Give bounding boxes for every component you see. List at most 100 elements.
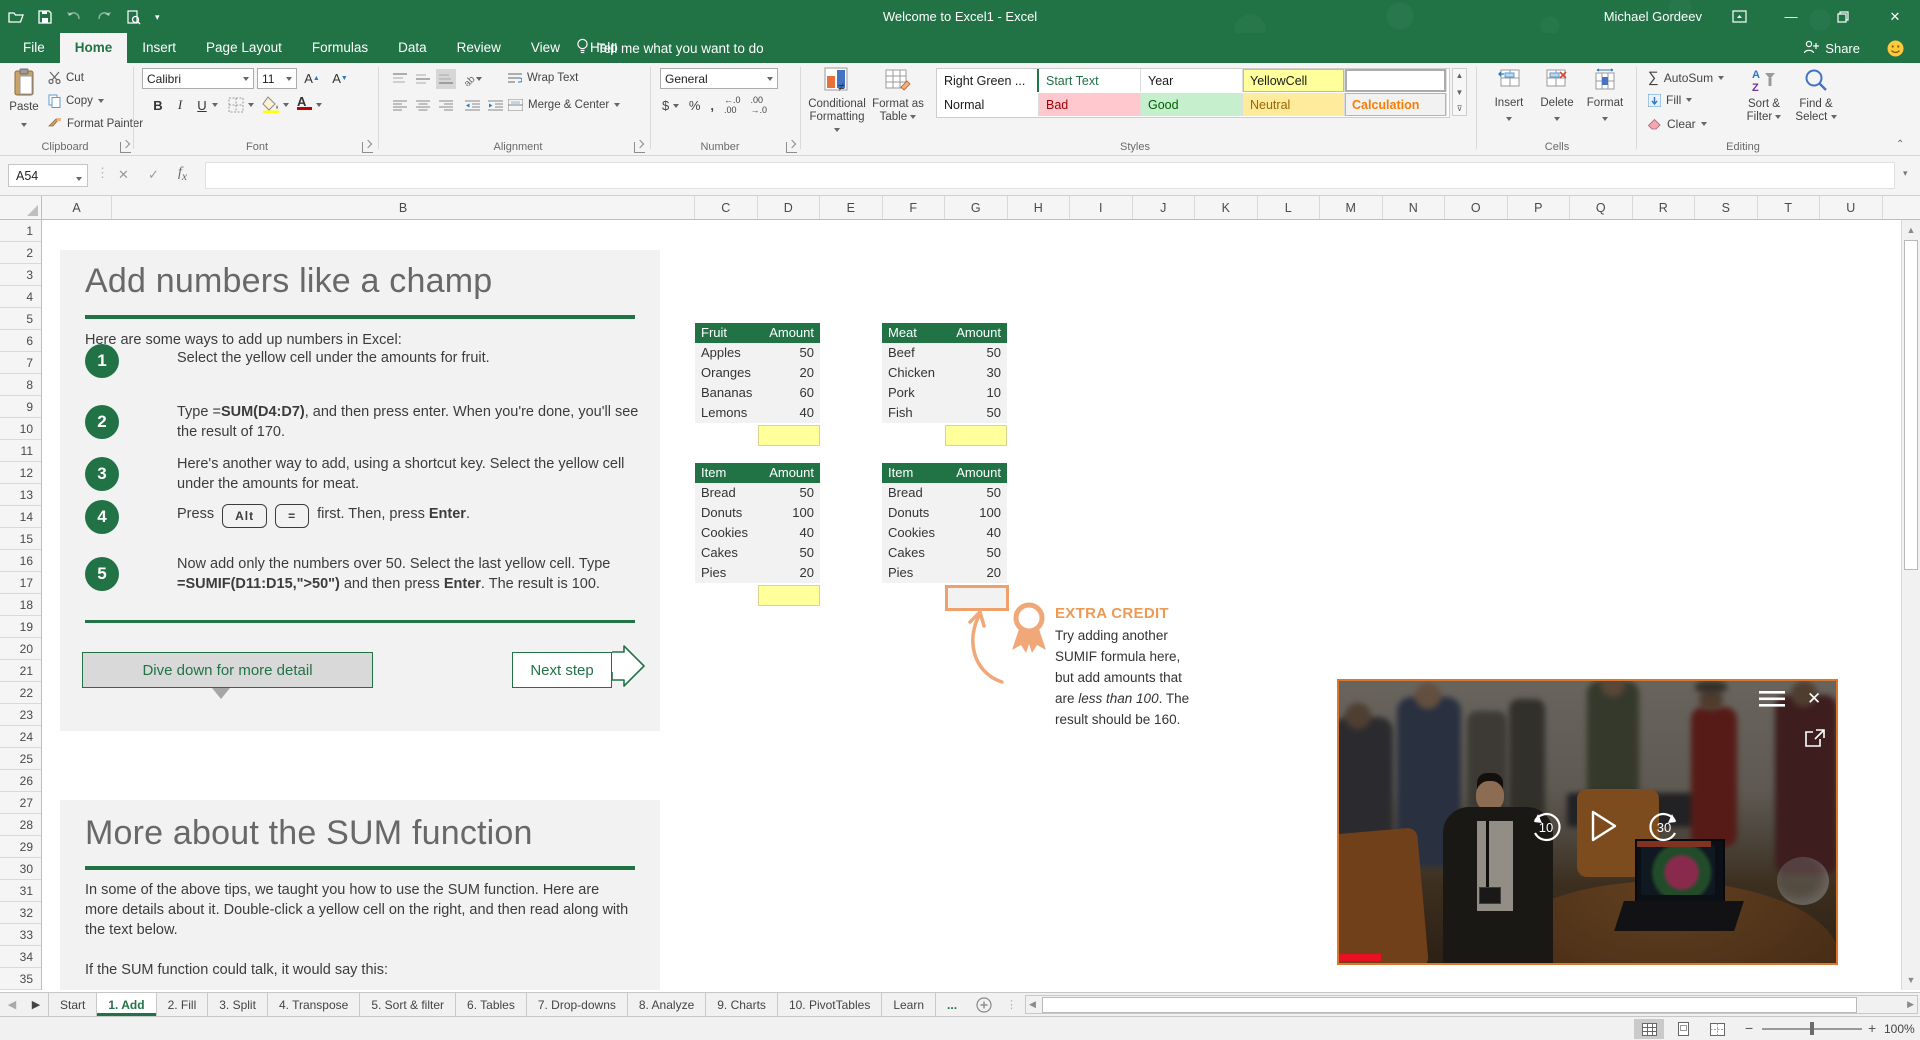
row-header-8[interactable]: 8 [0,374,41,396]
column-header-D[interactable]: D [758,196,820,219]
namebox-splitter[interactable]: ⋮ [96,165,109,181]
row-header-14[interactable]: 14 [0,506,41,528]
tell-me-box[interactable]: Tell me what you want to do [576,33,764,63]
underline-caret[interactable] [212,103,218,107]
data-table-meat-2[interactable]: Meat Amount Beef 50 Chicken 30 Pork 10 Fish 50 [882,323,1007,423]
underline-button[interactable]: U [192,95,212,115]
page-layout-view-button[interactable] [1668,1019,1698,1039]
cut-button[interactable]: Cut [48,71,84,84]
row-header-30[interactable]: 30 [0,858,41,880]
row-header-6[interactable]: 6 [0,330,41,352]
insert-function-icon[interactable]: fx [178,165,187,183]
copy-button[interactable]: Copy [48,94,104,108]
vscroll-thumb[interactable] [1904,240,1918,570]
hscroll-thumb[interactable] [1042,997,1857,1013]
row-header-19[interactable]: 19 [0,616,41,638]
italic-button[interactable]: I [170,95,190,115]
zoom-in-icon[interactable]: + [1868,1020,1876,1036]
row-header-29[interactable]: 29 [0,836,41,858]
align-center-icon[interactable] [413,96,433,116]
decrease-font-icon[interactable]: A ▼ [330,68,350,88]
video-skip-back-button[interactable]: 10 [1529,809,1563,848]
column-header-R[interactable]: R [1633,196,1695,219]
row-header-22[interactable]: 22 [0,682,41,704]
zoom-slider-thumb[interactable] [1810,1022,1814,1035]
row-header-7[interactable]: 7 [0,352,41,374]
restore-button[interactable] [1828,4,1858,30]
number-format-select[interactable]: General [660,68,778,89]
row-header-32[interactable]: 32 [0,902,41,924]
data-table-item-4[interactable]: Item Amount Bread 50 Donuts 100 Cookies 40 Cakes… [882,463,1007,583]
video-skip-forward-button[interactable]: 30 [1647,809,1681,848]
row-header-1[interactable]: 1 [0,220,41,242]
row-header-24[interactable]: 24 [0,726,41,748]
sheet-tab-10-pivottables[interactable]: 10. PivotTables [778,993,883,1016]
sheet-tab-6-tables[interactable]: 6. Tables [456,993,527,1016]
column-header-K[interactable]: K [1195,196,1258,219]
cancel-entry-icon[interactable]: ✕ [118,167,129,183]
clear-button[interactable]: Clear [1648,117,1707,131]
align-right-icon[interactable] [436,96,456,116]
merge-center-button[interactable]: Merge & Center [508,99,621,111]
sheet-tab-5-sort-filter[interactable]: 5. Sort & filter [360,993,457,1016]
row-header-11[interactable]: 11 [0,440,41,462]
sheet-nav-right-icon[interactable]: ▶ [24,993,48,1016]
answer-cell-yellow[interactable] [758,585,820,606]
next-step-arrow-icon[interactable] [610,644,646,688]
cell-style-neutral[interactable]: Neutral [1243,93,1345,116]
row-header-18[interactable]: 18 [0,594,41,616]
dive-down-button[interactable]: Dive down for more detail [82,652,373,688]
cell-style-normal[interactable]: Normal [937,93,1039,116]
feedback-smiley-icon[interactable] [1887,40,1904,62]
row-header-15[interactable]: 15 [0,528,41,550]
column-header-L[interactable]: L [1258,196,1320,219]
column-header-O[interactable]: O [1445,196,1508,219]
sheet-tab-start[interactable]: Start [49,993,98,1016]
find-select-button[interactable]: Find & Select [1792,67,1840,124]
sheet-tabs-overflow[interactable]: ... [936,993,968,1016]
row-header-12[interactable]: 12 [0,462,41,484]
zoom-level[interactable]: 100% [1884,1022,1915,1036]
orientation-icon[interactable]: ab [462,69,482,89]
video-popout-icon[interactable] [1805,729,1825,752]
decrease-indent-icon[interactable] [462,96,482,116]
tabbar-splitter[interactable]: ⋮ [1000,993,1023,1016]
row-header-34[interactable]: 34 [0,946,41,968]
select-all-corner[interactable] [0,196,42,219]
cell-style-calculation[interactable]: Calculation [1345,93,1447,116]
collapse-ribbon-icon[interactable]: ⌃ [1896,139,1904,150]
formula-input[interactable] [205,162,1895,189]
minimize-button[interactable]: — [1776,4,1806,30]
styles-more-icon[interactable]: ⊽ [1457,104,1463,113]
fill-color-icon[interactable] [262,96,280,118]
video-menu-icon[interactable] [1759,691,1785,712]
sheet-tab-8-analyze[interactable]: 8. Analyze [628,993,707,1016]
ribbon-tab-file[interactable]: File [8,33,60,63]
percent-format-icon[interactable]: % [689,98,701,113]
sheet-tab-4-transpose[interactable]: 4. Transpose [268,993,361,1016]
vertical-scrollbar[interactable]: ▲ ▼ [1901,220,1920,990]
format-cells-button[interactable]: Format [1582,68,1628,128]
column-header-F[interactable]: F [883,196,945,219]
bold-button[interactable]: B [148,95,168,115]
conditional-formatting-button[interactable]: ≠ Conditional Formatting [808,67,866,137]
row-header-10[interactable]: 10 [0,418,41,440]
ribbon-tab-view[interactable]: View [516,33,575,63]
account-name[interactable]: Michael Gordeev [1604,9,1702,24]
number-dialog-launcher[interactable] [786,142,797,153]
column-header-N[interactable]: N [1383,196,1445,219]
column-header-G[interactable]: G [945,196,1008,219]
sheet-tab-7-drop-downs[interactable]: 7. Drop-downs [527,993,628,1016]
ribbon-tab-review[interactable]: Review [442,33,516,63]
column-header-M[interactable]: M [1320,196,1383,219]
column-header-E[interactable]: E [820,196,883,219]
column-header-B[interactable]: B [112,196,695,219]
row-header-17[interactable]: 17 [0,572,41,594]
row-header-26[interactable]: 26 [0,770,41,792]
horizontal-scrollbar[interactable]: ◀ ▶ [1025,995,1918,1014]
answer-cell-yellow[interactable] [758,425,820,446]
increase-decimal-icon[interactable]: ←.0.00 [724,95,741,115]
format-painter-button[interactable]: Format Painter [48,117,143,130]
ribbon-tab-data[interactable]: Data [383,33,442,63]
font-size-select[interactable]: 11 [257,68,297,89]
